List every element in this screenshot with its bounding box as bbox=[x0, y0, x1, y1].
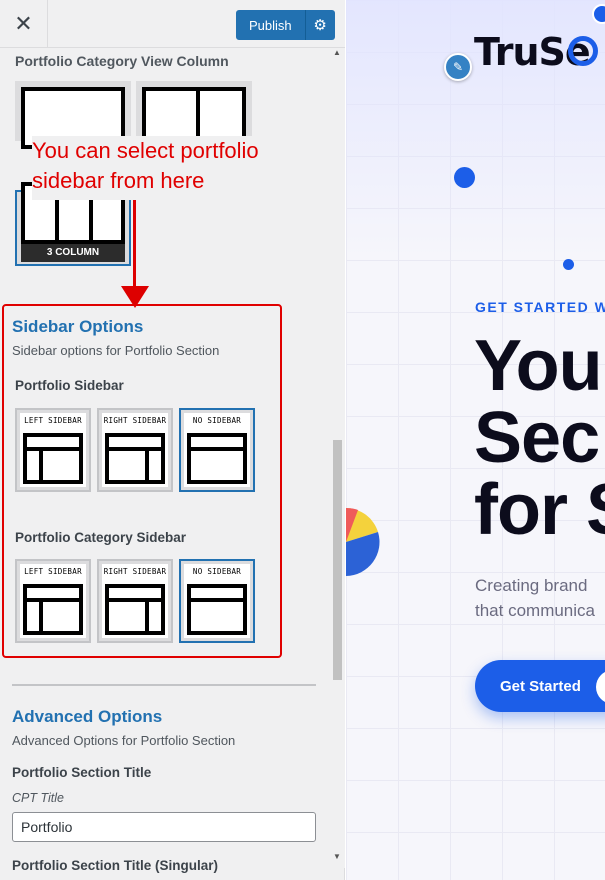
headline-line: for S bbox=[474, 470, 605, 550]
hero-eyebrow: GET STARTED WI bbox=[475, 299, 605, 315]
annotation-arrow-line bbox=[133, 196, 136, 296]
portfolio-right-sidebar-option[interactable]: RIGHT SIDEBAR bbox=[97, 408, 173, 492]
get-started-button[interactable]: Get Started bbox=[475, 660, 605, 712]
advanced-options-title: Advanced Options bbox=[12, 707, 163, 726]
option-label: RIGHT SIDEBAR bbox=[103, 416, 167, 425]
option-label: NO SIDEBAR bbox=[192, 416, 242, 425]
column-option-1[interactable] bbox=[15, 81, 131, 149]
advanced-options-description: Advanced Options for Portfolio Section bbox=[12, 733, 236, 748]
panel-scrollbar-thumb[interactable] bbox=[333, 440, 342, 680]
portfolio-left-sidebar-option[interactable]: LEFT SIDEBAR bbox=[15, 408, 91, 492]
cpt-title-label: CPT Title bbox=[12, 791, 64, 805]
category-left-sidebar-option[interactable]: LEFT SIDEBAR bbox=[15, 559, 91, 643]
sidebar-options-title: Sidebar Options bbox=[12, 317, 144, 336]
portfolio-sidebar-label: Portfolio Sidebar bbox=[15, 378, 124, 393]
decor-dot bbox=[454, 167, 475, 188]
scroll-up-arrow-icon[interactable]: ▲ bbox=[333, 48, 341, 57]
option-label: LEFT SIDEBAR bbox=[24, 416, 82, 425]
annotation-text: You can select portfolio sidebar from he… bbox=[32, 136, 322, 200]
column-option-3[interactable]: 3 COLUMN bbox=[15, 182, 131, 266]
publish-button[interactable]: Publish bbox=[236, 10, 305, 40]
pencil-icon[interactable]: ✎ bbox=[444, 53, 472, 81]
option-label: LEFT SIDEBAR bbox=[24, 567, 82, 576]
category-sidebar-label: Portfolio Category Sidebar bbox=[15, 530, 187, 545]
section-title-label: Portfolio Section Title bbox=[12, 765, 152, 780]
singular-title-label: Portfolio Section Title (Singular) bbox=[12, 858, 219, 873]
hero-lead-text: Creating brand that communica bbox=[475, 573, 595, 623]
no-sidebar-layout-icon bbox=[187, 584, 247, 635]
gear-icon[interactable]: ⚙ bbox=[304, 10, 335, 40]
portfolio-no-sidebar-option[interactable]: NO SIDEBAR bbox=[179, 408, 255, 492]
no-sidebar-layout-icon bbox=[187, 433, 247, 484]
category-right-sidebar-option[interactable]: RIGHT SIDEBAR bbox=[97, 559, 173, 643]
left-sidebar-layout-icon bbox=[23, 433, 83, 484]
lead-line: Creating brand bbox=[475, 576, 588, 595]
scroll-down-arrow-icon[interactable]: ▼ bbox=[333, 852, 341, 861]
cpt-title-input[interactable] bbox=[12, 812, 316, 842]
pie-chart-decoration bbox=[346, 507, 380, 576]
lead-line: that communica bbox=[475, 601, 595, 620]
hero-headline: You Sec for S bbox=[474, 330, 605, 546]
option-label: NO SIDEBAR bbox=[192, 567, 242, 576]
headline-line: You bbox=[474, 326, 603, 406]
publish-group: Publish ⚙ bbox=[236, 10, 335, 40]
customizer-header: ✕ Publish ⚙ bbox=[0, 0, 345, 48]
site-preview: TruSe ✎ GET STARTED WI You Sec for S Cre… bbox=[346, 0, 605, 880]
right-sidebar-layout-icon bbox=[105, 584, 165, 635]
option-label: RIGHT SIDEBAR bbox=[103, 567, 167, 576]
headline-line: Sec bbox=[474, 398, 600, 478]
logo-ring-mark bbox=[568, 36, 598, 66]
section-divider bbox=[12, 684, 316, 686]
decor-dot bbox=[563, 259, 574, 270]
category-no-sidebar-option[interactable]: NO SIDEBAR bbox=[179, 559, 255, 643]
close-icon[interactable]: ✕ bbox=[0, 0, 48, 48]
left-sidebar-layout-icon bbox=[23, 584, 83, 635]
sidebar-options-description: Sidebar options for Portfolio Section bbox=[12, 343, 220, 358]
right-sidebar-layout-icon bbox=[105, 433, 165, 484]
customizer-panel: Portfolio Category View Column 3 COLUMN … bbox=[0, 0, 345, 880]
logo-dot-mark bbox=[592, 4, 605, 24]
column-view-label: Portfolio Category View Column bbox=[15, 53, 229, 69]
column-option-caption: 3 COLUMN bbox=[21, 244, 125, 262]
column-option-2[interactable] bbox=[136, 81, 252, 149]
